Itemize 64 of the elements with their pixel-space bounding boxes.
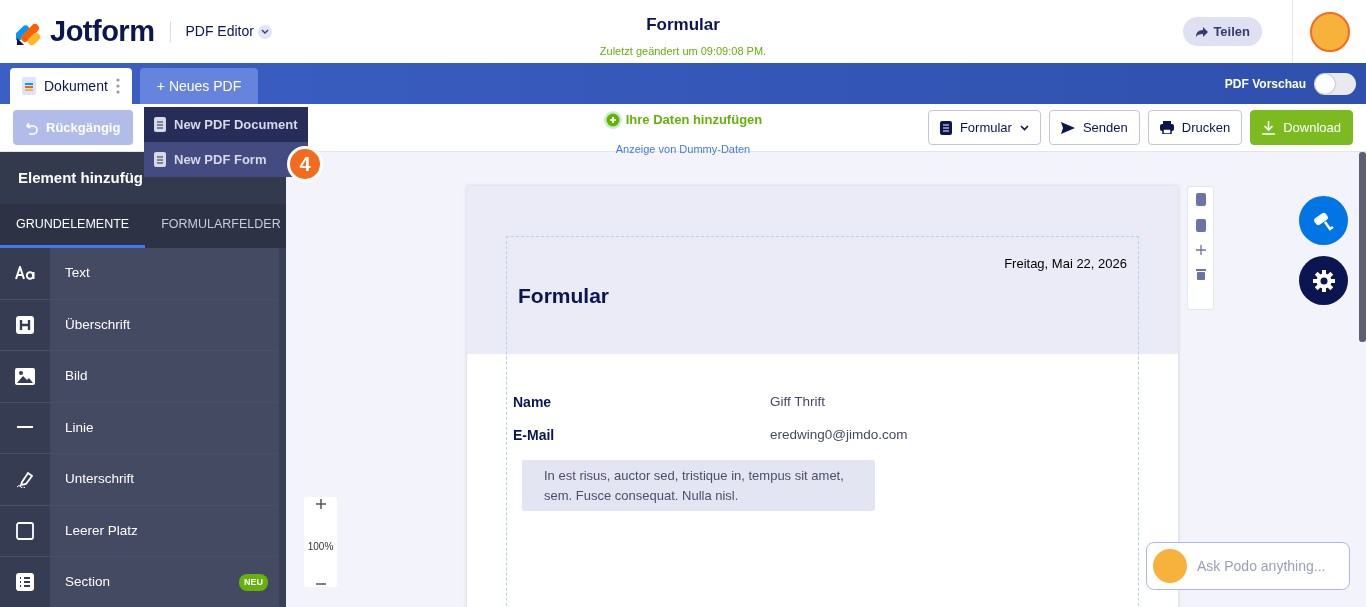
element-item[interactable]: Bild xyxy=(0,351,279,403)
new-badge: NEU xyxy=(239,573,268,591)
list-icon xyxy=(16,573,34,592)
document-tab[interactable]: Dokument xyxy=(10,68,132,104)
image-icon xyxy=(15,367,35,385)
form-title: Formular xyxy=(518,282,609,309)
paint-button[interactable] xyxy=(1299,196,1348,245)
menu-item[interactable]: New PDF Document xyxy=(144,107,308,142)
field-value: Giff Thrift xyxy=(770,393,825,412)
heading-icon xyxy=(16,315,34,334)
element-item[interactable]: Linie xyxy=(0,402,279,454)
text-size-icon xyxy=(15,266,35,281)
send-icon xyxy=(1060,121,1075,134)
preview-label: PDF Vorschau xyxy=(1224,75,1306,93)
document-icon xyxy=(154,152,166,167)
add-icon xyxy=(603,110,622,129)
settings-button[interactable] xyxy=(1299,256,1348,305)
delete-icon[interactable] xyxy=(1195,268,1206,280)
add-page-icon[interactable] xyxy=(1195,245,1206,255)
document-date: Freitag, Mai 22, 2026 xyxy=(1003,255,1127,273)
chat-field[interactable]: Ask Podo anything... xyxy=(1146,542,1350,590)
element-tab[interactable]: FORMULARFELDER xyxy=(145,204,297,248)
document-title: Formular xyxy=(646,14,720,36)
zoom-in-icon[interactable] xyxy=(315,499,326,509)
dummy-data-link[interactable]: Anzeige von Dummy-Daten xyxy=(615,142,751,155)
square-icon xyxy=(16,521,34,540)
preview-toggle[interactable] xyxy=(1314,72,1356,95)
caret-icon xyxy=(1019,124,1029,131)
document-icon xyxy=(22,77,36,95)
share-button[interactable]: Teilen xyxy=(1183,16,1262,47)
more-icon[interactable] xyxy=(115,78,120,94)
document-icon xyxy=(154,117,166,132)
printer-icon xyxy=(1159,121,1174,134)
share-icon xyxy=(1195,25,1210,38)
send-button[interactable]: Senden xyxy=(1048,110,1140,145)
element-item[interactable]: Überschrift xyxy=(0,299,279,351)
product-name: PDF Editor xyxy=(185,22,254,41)
element-item[interactable]: Text xyxy=(0,248,279,300)
print-button[interactable]: Drucken xyxy=(1147,110,1243,145)
field-label: Name xyxy=(513,393,553,412)
assistant-avatar xyxy=(1153,549,1187,583)
brush-icon xyxy=(1311,210,1336,231)
note-text: In est risus, auctor sed, tristique in, tempus sit amet, sem. Fusce consequat. Nulla nisl. xyxy=(522,460,875,511)
field-value: eredwing0@jimdo.com xyxy=(770,426,908,445)
page-icon[interactable] xyxy=(1195,219,1206,232)
download-icon xyxy=(1262,120,1276,135)
form-icon xyxy=(939,120,952,135)
panel-title: Element hinzufüg xyxy=(18,167,143,188)
line-icon xyxy=(17,426,33,430)
caret-icon[interactable] xyxy=(257,24,272,39)
element-item[interactable]: Leerer Platz xyxy=(0,505,279,557)
element-item[interactable]: Section NEU xyxy=(0,557,279,607)
brand-name: Jotform xyxy=(50,13,155,49)
zoom-level: 100% xyxy=(307,539,334,554)
pen-icon xyxy=(16,470,34,489)
scrollbar[interactable] xyxy=(1359,152,1366,342)
form-dropdown[interactable]: Formular xyxy=(927,110,1041,145)
field-label: E-Mail xyxy=(513,426,556,445)
avatar[interactable] xyxy=(1310,11,1350,52)
undo-icon xyxy=(26,120,38,135)
element-item[interactable]: Unterschrift xyxy=(0,454,279,506)
last-saved-text: Zuletzt geändert um 09:09:08 PM. xyxy=(599,43,767,59)
page-icon[interactable] xyxy=(1195,193,1206,206)
document-tab[interactable]: + Neues PDF xyxy=(139,68,259,104)
